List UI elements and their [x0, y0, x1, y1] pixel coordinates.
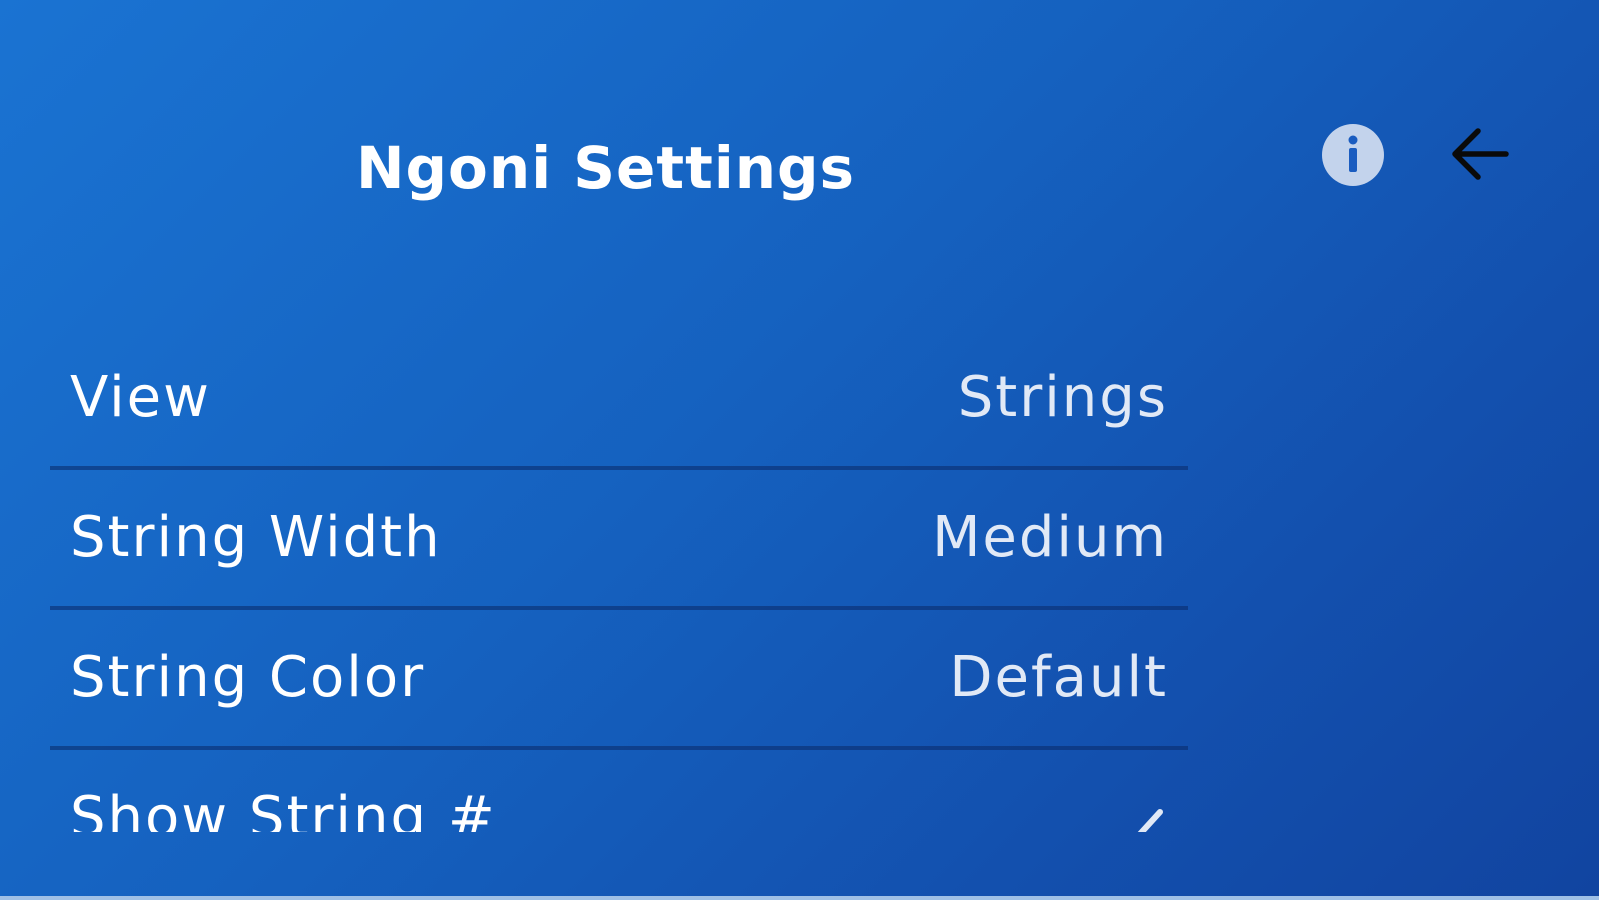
setting-row-show-string-number[interactable]: Show String #: [50, 750, 1188, 832]
back-arrow-icon[interactable]: [1448, 123, 1512, 187]
setting-value: Strings: [957, 365, 1168, 430]
setting-value: Default: [949, 645, 1168, 710]
setting-value: Medium: [932, 505, 1168, 570]
setting-row-view[interactable]: View Strings: [50, 330, 1188, 470]
setting-row-string-width[interactable]: String Width Medium: [50, 470, 1188, 610]
setting-label: String Width: [70, 505, 442, 570]
setting-row-string-color[interactable]: String Color Default: [50, 610, 1188, 750]
bottom-divider: [0, 896, 1599, 900]
setting-label: View: [70, 365, 211, 430]
checkmark-icon: [1137, 809, 1163, 832]
info-icon[interactable]: [1321, 123, 1385, 187]
settings-list: View Strings String Width Medium String …: [50, 330, 1188, 832]
setting-label: Show String #: [70, 785, 497, 832]
page-title: Ngoni Settings: [356, 134, 856, 202]
setting-label: String Color: [70, 645, 426, 710]
